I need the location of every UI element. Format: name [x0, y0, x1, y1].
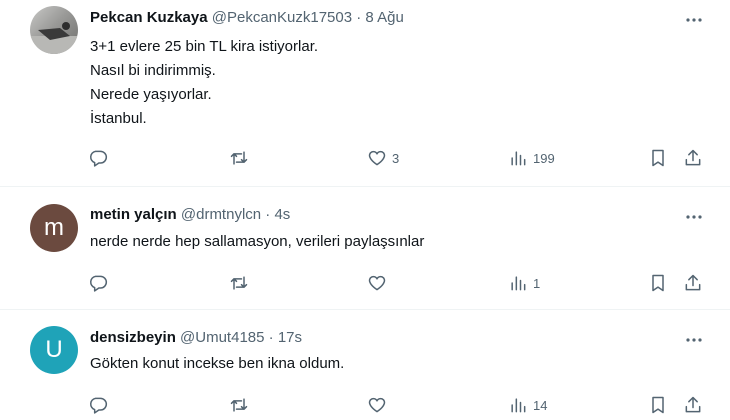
retweet-button[interactable] — [229, 273, 249, 293]
author-handle[interactable]: @Umut4185 — [180, 329, 264, 346]
reply-button[interactable] — [88, 273, 108, 293]
share-button[interactable] — [683, 395, 703, 415]
share-icon — [685, 149, 701, 166]
avatar[interactable]: U — [30, 326, 78, 374]
tweet-text: 3+1 evlere 25 bin TL kira istiyorlar. Na… — [90, 38, 319, 127]
bookmark-icon — [652, 149, 664, 167]
tweet-text: nerde nerde hep sallamasyon, verileri pa… — [90, 233, 425, 250]
more-icon[interactable] — [683, 330, 705, 350]
reply-button[interactable] — [88, 148, 108, 168]
views-count: 14 — [533, 397, 548, 413]
bookmark-icon — [652, 274, 664, 292]
more-icon[interactable] — [683, 10, 705, 30]
tweet-header: metin yalçın @drmtnylcn · 4s — [90, 205, 290, 225]
reply-icon — [90, 150, 108, 167]
bookmark-icon — [652, 396, 664, 414]
reply-icon — [90, 397, 108, 414]
retweet-icon — [230, 276, 248, 290]
share-icon — [685, 396, 701, 413]
like-icon — [368, 275, 386, 291]
like-icon — [368, 150, 386, 166]
avatar-photo — [30, 22, 78, 54]
author-name[interactable]: densizbeyin — [90, 329, 176, 346]
timestamp[interactable]: 8 Ağu — [365, 9, 403, 26]
author-handle[interactable]: @drmtnylcn — [181, 206, 261, 223]
like-count: 3 — [392, 150, 400, 166]
tweet-3[interactable]: U densizbeyin @Umut4185 · 17s Gökten kon… — [0, 310, 730, 420]
views-button[interactable]: 1 — [508, 273, 540, 293]
retweet-button[interactable] — [229, 395, 249, 415]
views-count: 199 — [533, 150, 555, 166]
bookmark-button[interactable] — [648, 395, 668, 415]
like-button[interactable] — [367, 395, 387, 415]
author-name[interactable]: metin yalçın — [90, 206, 177, 223]
views-icon — [511, 276, 526, 291]
avatar-letter: m — [44, 214, 64, 241]
more-icon[interactable] — [683, 207, 705, 227]
avatar-letter: U — [45, 336, 63, 363]
share-icon — [685, 274, 701, 291]
author-handle[interactable]: @PekcanKuzk17503 — [212, 9, 352, 26]
like-button[interactable]: 3 — [367, 148, 399, 168]
timestamp[interactable]: 17s — [278, 329, 302, 346]
tweet-text: Gökten konut incekse ben ikna oldum. — [90, 355, 345, 372]
bookmark-button[interactable] — [648, 273, 668, 293]
author-name[interactable]: Pekcan Kuzkaya — [90, 9, 208, 26]
views-count: 1 — [533, 275, 541, 291]
views-icon — [511, 398, 526, 413]
like-icon — [368, 397, 386, 413]
retweet-button[interactable] — [229, 148, 249, 168]
tweet-2[interactable]: m metin yalçın @drmtnylcn · 4s nerde ner… — [0, 187, 730, 309]
avatar[interactable] — [30, 6, 78, 54]
bookmark-button[interactable] — [648, 148, 668, 168]
reply-icon — [90, 275, 108, 292]
separator: · — [268, 329, 274, 346]
separator: · — [356, 9, 362, 26]
share-button[interactable] — [683, 148, 703, 168]
avatar[interactable]: m — [30, 204, 78, 252]
tweet-header: Pekcan Kuzkaya @PekcanKuzk17503 · 8 Ağu — [90, 8, 404, 28]
retweet-icon — [230, 398, 248, 412]
retweet-icon — [230, 151, 248, 165]
share-button[interactable] — [683, 273, 703, 293]
timestamp[interactable]: 4s — [274, 206, 290, 223]
views-button[interactable]: 14 — [508, 395, 547, 415]
views-icon — [511, 151, 526, 166]
reply-button[interactable] — [88, 395, 108, 415]
views-button[interactable]: 199 — [508, 148, 555, 168]
separator: · — [265, 206, 271, 223]
tweet-1[interactable]: Pekcan Kuzkaya @PekcanKuzk17503 · 8 Ağu … — [0, 0, 730, 186]
tweet-header: densizbeyin @Umut4185 · 17s — [90, 328, 302, 348]
like-button[interactable] — [367, 273, 387, 293]
